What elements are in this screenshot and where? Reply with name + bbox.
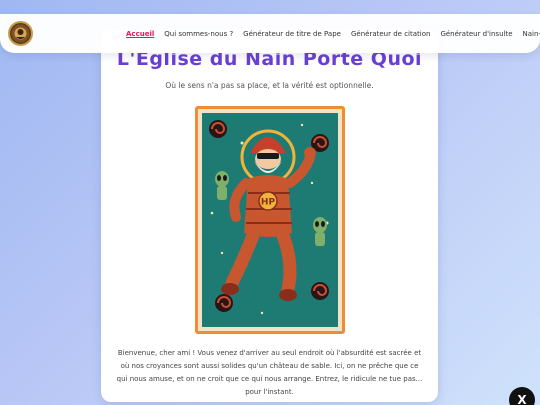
- page-subtitle: Où le sens n'a pas sa place, et la vérit…: [165, 81, 374, 90]
- intro-text: Bienvenue, cher ami ! Vous venez d'arriv…: [116, 349, 423, 396]
- nav-item-generateur-citation[interactable]: Générateur de citation: [351, 30, 430, 38]
- astronaut-gnome-art: HP: [209, 120, 329, 315]
- nav-item-qui-sommes-nous[interactable]: Qui sommes-nous ?: [164, 30, 233, 38]
- nav-item-nain-clusive[interactable]: Nain-Clusive: [523, 30, 540, 38]
- nav-item-generateur-titre-pape[interactable]: Générateur de titre de Pape: [243, 30, 341, 38]
- top-navbar: Accueil Qui sommes-nous ? Générateur de …: [0, 14, 540, 53]
- poster-image: HP: [195, 106, 345, 334]
- hp-badge: HP: [261, 198, 276, 208]
- content-card: L'Eglise du Nain Porte Quoi Où le sens n…: [101, 30, 438, 402]
- x-social-button[interactable]: X: [509, 387, 535, 405]
- astronaut-gnome-illustration: HP: [202, 113, 338, 327]
- logo-icon: [11, 24, 30, 43]
- site-logo[interactable]: [8, 21, 33, 46]
- nav-item-accueil[interactable]: Accueil: [126, 30, 154, 38]
- main-nav: Accueil Qui sommes-nous ? Générateur de …: [126, 14, 540, 53]
- x-icon: X: [517, 393, 527, 405]
- nav-item-generateur-insulte[interactable]: Générateur d'insulte: [440, 30, 512, 38]
